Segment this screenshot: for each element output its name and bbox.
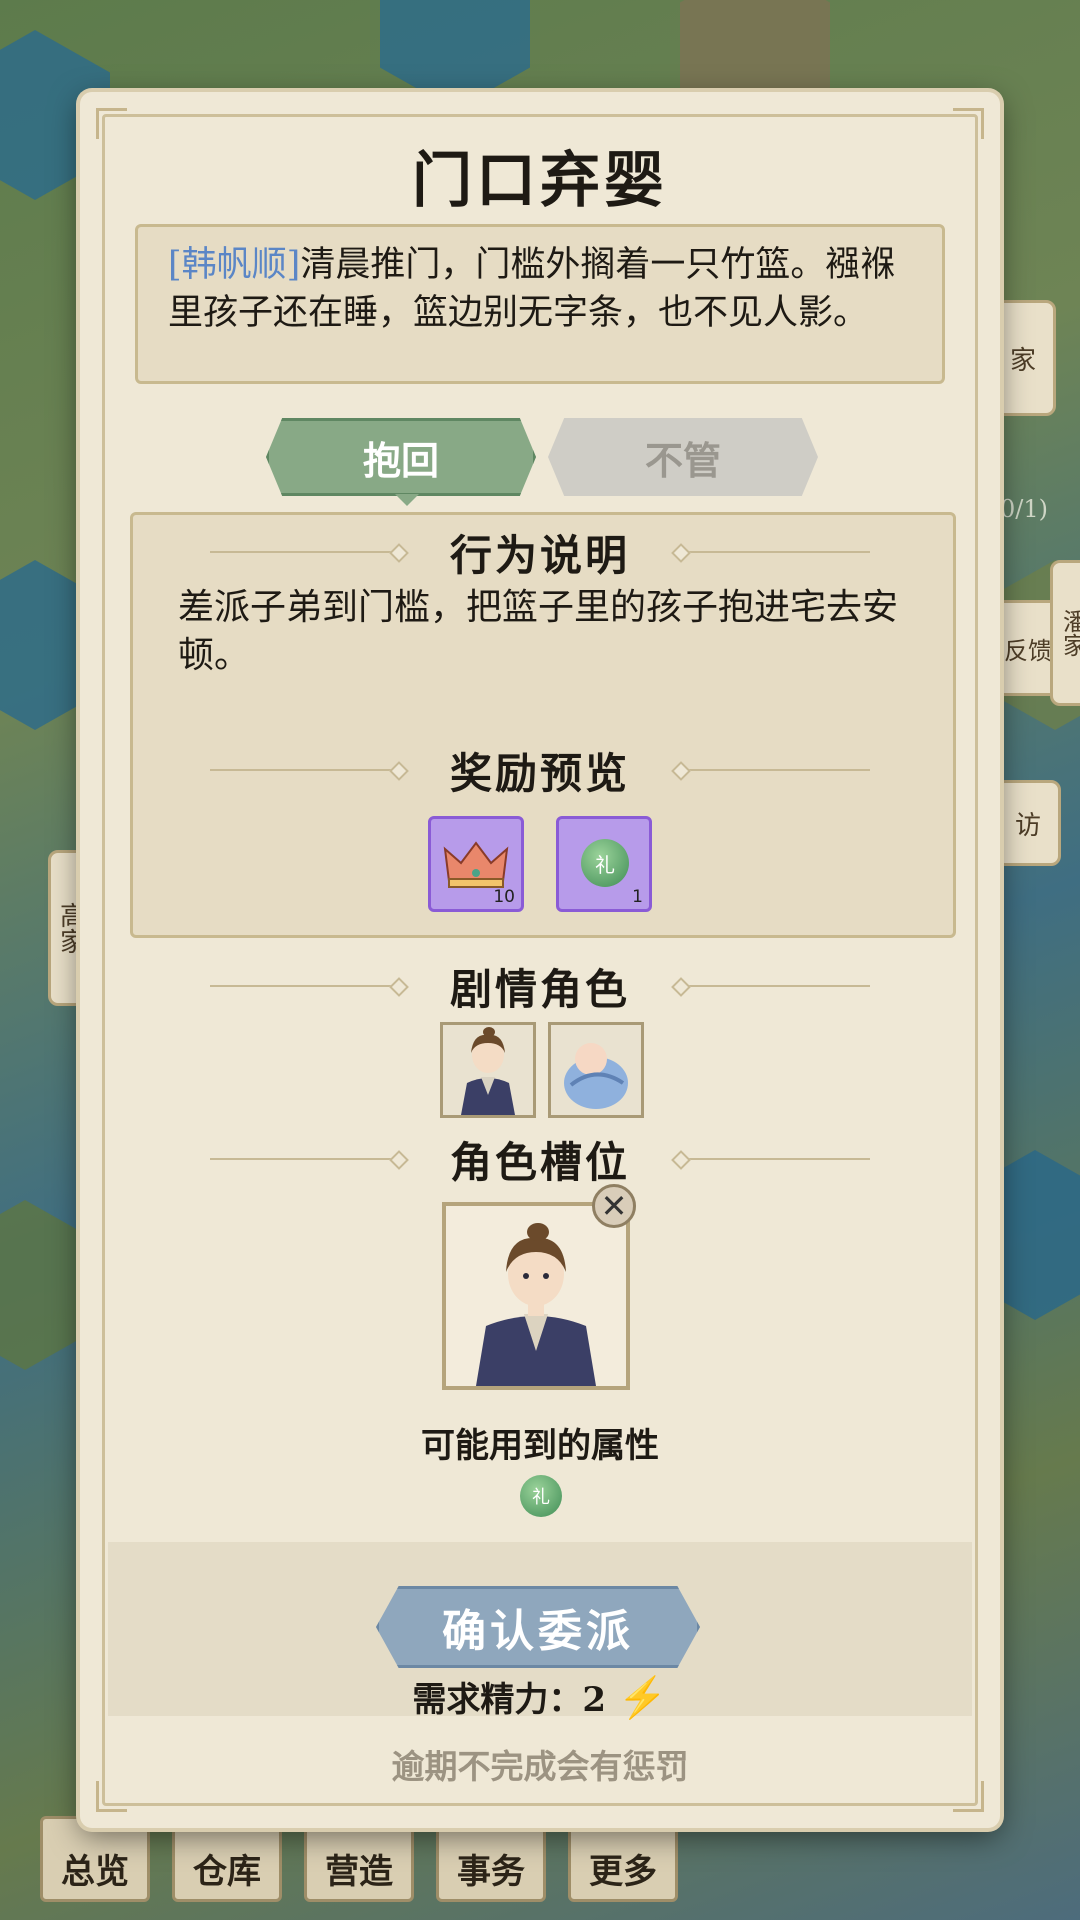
bottom-tab-overview[interactable]: 总览 [40,1816,150,1902]
assigned-character-portrait [476,1223,596,1386]
young-man-portrait [461,1027,515,1115]
story-box: [韩帆顺]清晨推门，门槛外搁着一只竹篮。襁褓里孩子还在睡，篮边别无字条，也不见人… [135,224,945,384]
characters-heading: 剧情角色 [449,965,630,1014]
etiquette-orb-icon: 礼 [581,839,629,887]
behavior-heading: 行为说明 [449,531,630,580]
tab-take-back[interactable]: 抱回 [266,418,536,496]
tab-ignore[interactable]: 不管 [548,418,818,496]
side-button-visit[interactable]: 访 [995,780,1061,866]
character-portrait-young-man[interactable] [440,1022,536,1118]
baby-portrait [564,1043,628,1109]
remove-character-button[interactable]: ✕ [592,1184,636,1228]
etiquette-attribute-icon: 礼 [520,1475,562,1517]
character-name-link[interactable]: [韩帆顺] [168,245,300,285]
attribute-label: 可能用到的属性 [421,1426,659,1466]
bottom-tab-more[interactable]: 更多 [568,1816,678,1902]
behavior-text: 差派子弟到门槛，把篮子里的孩子抱进宅去安顿。 [178,587,899,676]
energy-requirement: 需求精力：2 ⚡ [412,1674,668,1721]
bottom-tab-affairs[interactable]: 事务 [436,1816,546,1902]
bottom-tab-build[interactable]: 营造 [304,1816,414,1902]
reward-item-crown[interactable]: 10 [428,816,524,912]
reward-heading: 奖励预览 [449,749,630,798]
energy-value: 2 [582,1680,606,1720]
confirm-assign-button[interactable]: 确认委派 [376,1586,700,1668]
event-dialog: 门口弃婴 [韩帆顺]清晨推门，门槛外搁着一只竹篮。襁褓里孩子还在睡，篮边别无字条… [80,92,1000,1828]
active-tab-pointer [395,494,419,506]
slot-heading: 角色槽位 [449,1138,630,1187]
choice-tabs: 抱回 不管 [266,418,818,496]
side-tag-pan-family[interactable]: 潘家 [1050,560,1080,706]
lightning-icon: ⚡ [617,1674,668,1721]
reward-count: 1 [632,887,643,907]
character-slot[interactable] [442,1202,630,1390]
dialog-title: 门口弃婴 [412,146,668,216]
reward-count: 10 [493,887,515,907]
reward-item-etiquette[interactable]: 礼 1 [556,816,652,912]
character-portrait-baby[interactable] [548,1022,644,1118]
quest-counter: 0/1) [1000,495,1048,523]
bottom-tab-warehouse[interactable]: 仓库 [172,1816,282,1902]
overdue-warning: 逾期不完成会有惩罚 [391,1747,689,1786]
close-icon: ✕ [600,1187,628,1225]
